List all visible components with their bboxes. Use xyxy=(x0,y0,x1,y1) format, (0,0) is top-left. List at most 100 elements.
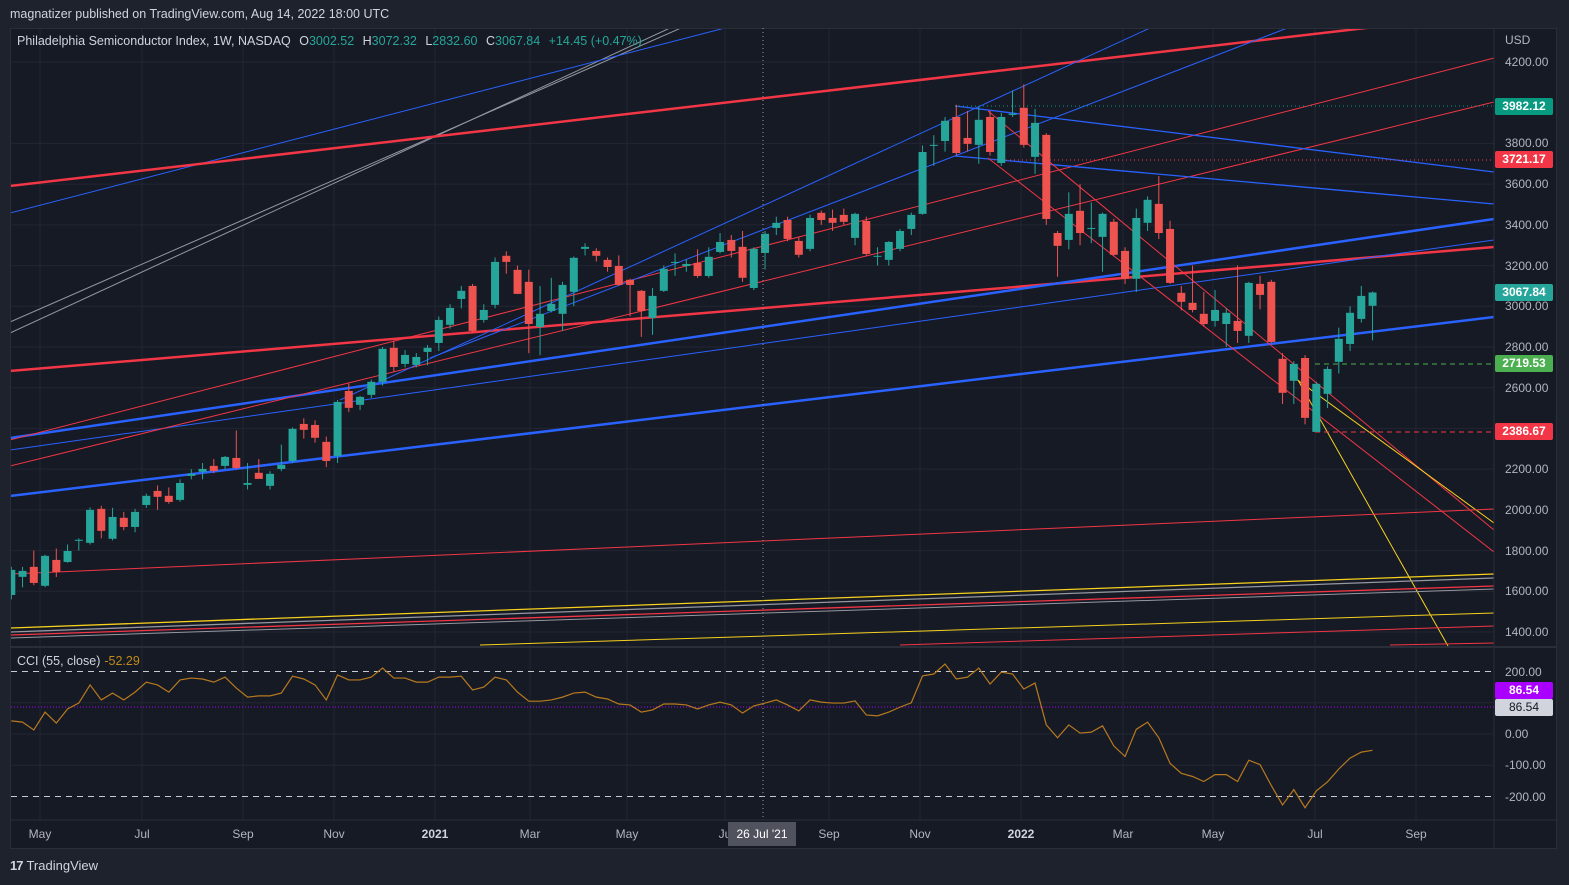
candle xyxy=(1053,230,1062,277)
candle xyxy=(423,344,432,366)
trendline[interactable] xyxy=(954,155,1494,205)
candle-body xyxy=(761,233,770,253)
trendline[interactable] xyxy=(987,157,1494,553)
trendline[interactable] xyxy=(10,24,1400,188)
cci-line xyxy=(11,663,1373,809)
candle-body xyxy=(333,401,342,456)
open-label: O xyxy=(299,34,309,48)
cci-name[interactable]: CCI (55, close) xyxy=(17,654,100,668)
candle xyxy=(131,508,140,533)
candle xyxy=(401,350,410,368)
candle xyxy=(716,233,725,254)
candle-body xyxy=(772,222,781,228)
candle-body xyxy=(1312,383,1321,432)
candle xyxy=(18,566,27,588)
cci-tick-label: -200.00 xyxy=(1505,789,1546,804)
time-tick-label: May xyxy=(28,827,52,841)
candle-body xyxy=(806,217,815,249)
candle-body xyxy=(1087,227,1096,229)
candle xyxy=(761,230,770,270)
candle-body xyxy=(952,116,961,153)
candle xyxy=(1267,279,1276,343)
candle xyxy=(378,347,387,386)
candle xyxy=(119,511,128,531)
candle-body xyxy=(873,255,882,257)
candle xyxy=(1312,381,1321,432)
candle-body xyxy=(254,472,263,479)
candle xyxy=(1256,275,1265,310)
trendline[interactable] xyxy=(10,508,1494,575)
chart-canvas[interactable] xyxy=(0,0,1569,885)
candle xyxy=(896,228,905,252)
cci-legend[interactable]: CCI (55, close) -52.29 xyxy=(17,654,140,668)
candle xyxy=(29,550,38,586)
candle-body xyxy=(547,303,556,311)
candle-body xyxy=(311,424,320,438)
candle xyxy=(232,430,241,470)
candle-body xyxy=(299,423,308,430)
candle xyxy=(367,379,376,398)
candle-body xyxy=(1098,213,1107,237)
candle xyxy=(1132,208,1141,293)
candle xyxy=(1064,192,1073,250)
price-badge: 3982.12 xyxy=(1495,98,1553,116)
trendline[interactable] xyxy=(1389,642,1494,646)
cci-tick-label: 0.00 xyxy=(1505,727,1529,741)
candle xyxy=(603,257,612,272)
candle-body xyxy=(581,246,590,249)
candle-body xyxy=(569,257,578,292)
symbol-name[interactable]: Philadelphia Semiconductor Index, 1W, NA… xyxy=(17,34,291,48)
candle xyxy=(356,395,365,411)
trendline[interactable] xyxy=(10,28,725,214)
candle-body xyxy=(74,539,83,541)
candle-body xyxy=(536,313,545,327)
candle xyxy=(1109,218,1118,256)
candle xyxy=(446,304,455,329)
tradingview-logo[interactable]: 17 TradingView xyxy=(10,858,98,873)
close-label: C xyxy=(485,34,495,48)
time-tick-label: 2021 xyxy=(421,827,449,841)
candle-body xyxy=(356,396,365,405)
trendline[interactable] xyxy=(339,28,1150,401)
candle xyxy=(311,420,320,443)
candle xyxy=(176,479,185,502)
candle xyxy=(1199,292,1208,327)
candle-body xyxy=(1278,358,1287,393)
candle-body xyxy=(648,295,657,318)
close-value: 3067.84 xyxy=(495,34,541,48)
candle xyxy=(862,216,871,256)
candle-body xyxy=(468,285,477,331)
trendline[interactable] xyxy=(10,588,1494,639)
candle-body xyxy=(502,255,511,262)
time-tick-label: Sep xyxy=(1405,827,1427,841)
candle xyxy=(794,237,803,258)
candle-body xyxy=(1346,312,1355,344)
candle xyxy=(41,554,50,588)
candle-body xyxy=(434,319,443,343)
candle xyxy=(614,255,623,286)
price-tick-label: 3600.00 xyxy=(1505,177,1549,192)
candle xyxy=(457,285,466,309)
candle xyxy=(52,548,61,578)
trendline[interactable] xyxy=(10,585,1494,636)
currency-label[interactable]: USD xyxy=(1505,33,1530,47)
candle xyxy=(569,256,578,307)
candle xyxy=(547,277,556,313)
candle xyxy=(907,212,916,236)
candle-body xyxy=(221,456,230,466)
price-tick-label: 3000.00 xyxy=(1505,299,1549,314)
candle-body xyxy=(963,137,972,144)
candle-body xyxy=(288,428,297,461)
candle-body xyxy=(986,116,995,152)
candle-body xyxy=(97,508,106,531)
candle-body xyxy=(1244,282,1253,336)
trendline[interactable] xyxy=(10,577,1494,633)
candle-body xyxy=(344,390,353,408)
trendline[interactable] xyxy=(1291,375,1494,524)
tradingview-logo-text: TradingView xyxy=(26,858,99,873)
symbol-legend[interactable]: Philadelphia Semiconductor Index, 1W, NA… xyxy=(17,34,642,48)
time-tick-label: Mar xyxy=(519,827,541,841)
trendline[interactable] xyxy=(1297,379,1449,646)
candle-body xyxy=(176,482,185,500)
candle xyxy=(873,247,882,266)
